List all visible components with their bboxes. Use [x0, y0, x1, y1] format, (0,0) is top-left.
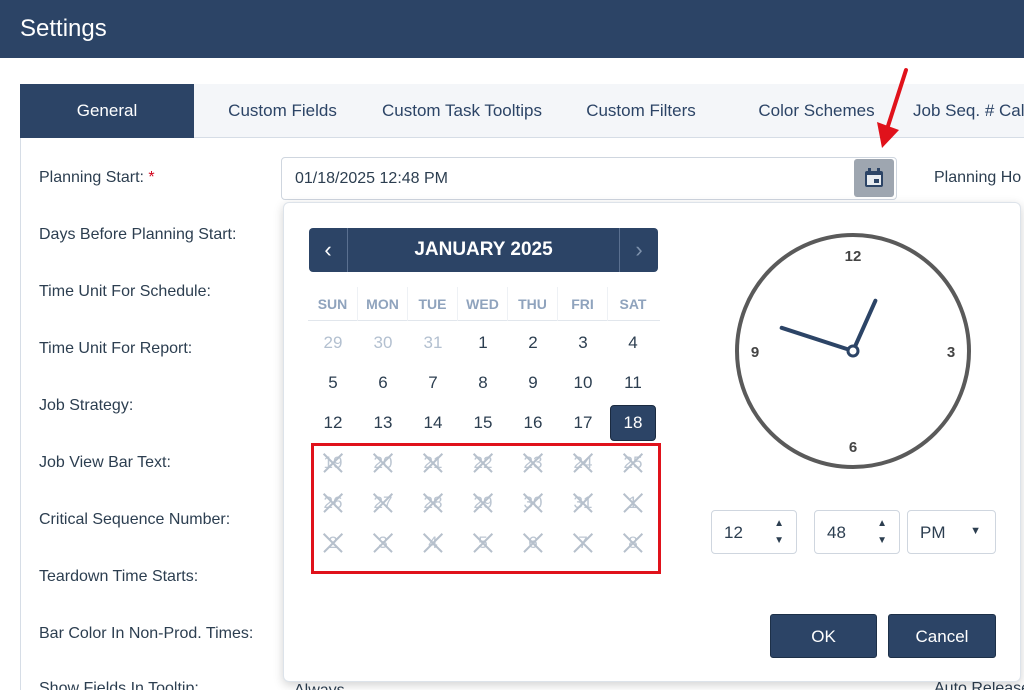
analog-clock: 12 3 6 9 [735, 233, 971, 469]
clock-center [846, 344, 860, 358]
tab-custom-filters[interactable]: Custom Filters [576, 84, 706, 138]
day-cell-selected[interactable]: 18 [608, 403, 658, 443]
clock-number-9: 9 [751, 344, 759, 361]
job-view-bar-text-label: Job View Bar Text: [39, 454, 171, 471]
show-fields-tooltip-label: Show Fields In Tooltip: [39, 680, 199, 690]
next-month-button[interactable]: › [619, 228, 658, 272]
day-cell[interactable]: 9 [508, 363, 558, 403]
weekday-mon: MON [358, 287, 408, 321]
clock-number-3: 3 [947, 344, 955, 361]
tab-custom-task-tooltips[interactable]: Custom Task Tooltips [370, 84, 554, 138]
teardown-time-starts-label: Teardown Time Starts: [39, 568, 199, 585]
calendar-header: ‹ JANUARY 2025 › [309, 228, 658, 272]
cancel-button[interactable]: Cancel [888, 614, 996, 658]
day-cell[interactable]: 4 [608, 323, 658, 363]
chevron-left-icon: ‹ [324, 237, 332, 262]
day-cell[interactable]: 31 [408, 323, 458, 363]
hour-spinner[interactable]: 12 ▲ ▼ [711, 510, 797, 554]
day-cell[interactable]: 30 [358, 323, 408, 363]
window-title: Settings [20, 15, 107, 42]
planning-start-label-text: Planning Start: [39, 169, 144, 186]
clock-number-12: 12 [845, 248, 862, 265]
calendar-button[interactable] [854, 159, 894, 197]
day-cell[interactable]: 15 [458, 403, 508, 443]
clock-number-6: 6 [849, 439, 857, 456]
weekday-header: SUN MON TUE WED THU FRI SAT [308, 287, 660, 321]
job-strategy-label: Job Strategy: [39, 397, 134, 414]
day-cell[interactable]: 17 [558, 403, 608, 443]
day-cell[interactable]: 11 [608, 363, 658, 403]
tab-color-schemes[interactable]: Color Schemes [750, 84, 883, 138]
minute-value: 48 [827, 523, 846, 542]
weekday-wed: WED [458, 287, 508, 321]
weekday-thu: THU [508, 287, 558, 321]
caret-down-icon: ▼ [970, 525, 981, 537]
day-cell[interactable]: 8 [458, 363, 508, 403]
show-fields-value: Always [294, 682, 345, 690]
ampm-select[interactable]: PM ▼ [907, 510, 996, 554]
prev-month-button[interactable]: ‹ [309, 228, 348, 272]
day-cell[interactable]: 16 [508, 403, 558, 443]
required-marker: * [148, 169, 155, 186]
ok-button[interactable]: OK [770, 614, 877, 658]
tab-general[interactable]: General [20, 84, 194, 138]
days-before-planning-start-label: Days Before Planning Start: [39, 226, 237, 243]
red-arrow-annotation [877, 68, 908, 148]
day-cell[interactable]: 13 [358, 403, 408, 443]
day-cell[interactable]: 14 [408, 403, 458, 443]
minute-spinner[interactable]: 48 ▲ ▼ [814, 510, 900, 554]
calendar-icon [865, 168, 883, 187]
planning-start-label: Planning Start: * [39, 169, 155, 187]
weekday-fri: FRI [558, 287, 608, 321]
settings-page: Settings General Custom Fields Custom Ta… [0, 0, 1024, 690]
tab-custom-fields[interactable]: Custom Fields [210, 84, 355, 138]
bar-color-non-prod-label: Bar Color In Non-Prod. Times: [39, 625, 254, 642]
time-unit-report-label: Time Unit For Report: [39, 340, 193, 357]
day-cell[interactable]: 2 [508, 323, 558, 363]
title-bar: Settings [0, 0, 1024, 58]
planning-horizon-label: Planning Ho [934, 169, 1022, 186]
day-cell[interactable]: 7 [408, 363, 458, 403]
planning-start-value: 01/18/2025 12:48 PM [295, 170, 449, 187]
day-cell[interactable]: 6 [358, 363, 408, 403]
weekday-tue: TUE [408, 287, 458, 321]
minute-down-icon[interactable]: ▼ [877, 535, 887, 546]
planning-start-input[interactable]: 01/18/2025 12:48 PM [281, 157, 897, 200]
hour-down-icon[interactable]: ▼ [774, 535, 784, 546]
chevron-right-icon: › [635, 237, 643, 262]
tab-job-seq-cal[interactable]: Job Seq. # Cal [913, 84, 1024, 138]
hour-value: 12 [724, 523, 743, 542]
minute-up-icon[interactable]: ▲ [877, 518, 887, 529]
selected-day-label: 18 [610, 405, 656, 441]
weekday-sat: SAT [619, 296, 647, 312]
day-cell[interactable]: 29 [308, 323, 358, 363]
day-cell[interactable]: 3 [558, 323, 608, 363]
weekday-sun: SUN [308, 287, 358, 321]
highlight-disabled-dates-box [311, 443, 661, 574]
hour-up-icon[interactable]: ▲ [774, 518, 784, 529]
day-cell[interactable]: 10 [558, 363, 608, 403]
ampm-value: PM [920, 523, 946, 542]
day-cell[interactable]: 12 [308, 403, 358, 443]
day-cell[interactable]: 1 [458, 323, 508, 363]
time-unit-schedule-label: Time Unit For Schedule: [39, 283, 211, 300]
day-cell[interactable]: 5 [308, 363, 358, 403]
critical-sequence-number-label: Critical Sequence Number: [39, 511, 231, 528]
calendar-month-title[interactable]: JANUARY 2025 [348, 228, 619, 272]
